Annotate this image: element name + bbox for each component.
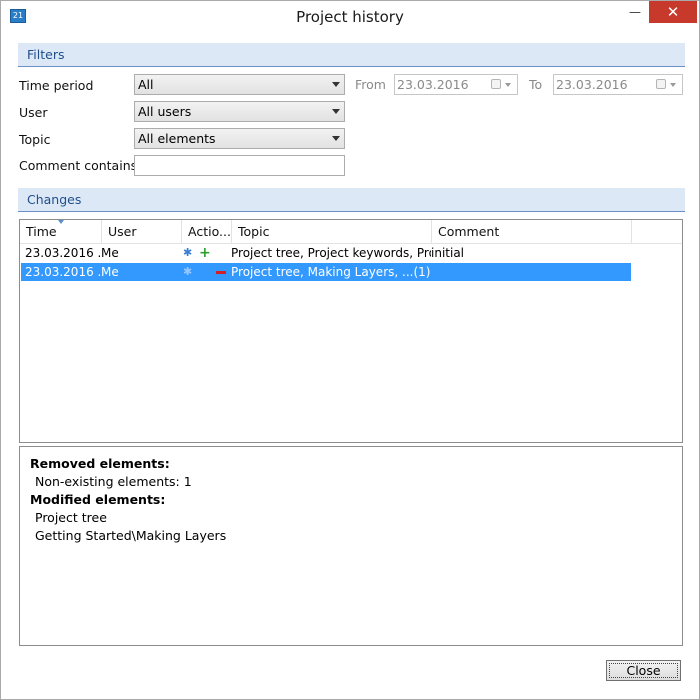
from-label: From [355, 77, 386, 92]
from-date-value: 23.03.2016 [397, 77, 469, 92]
filters-header: Filters [18, 43, 685, 67]
column-header-topic[interactable]: Topic [232, 220, 432, 244]
modified-icon: ✱ [183, 246, 193, 259]
cell-time: 23.03.2016 ... [25, 265, 101, 279]
modified-icon: ✱ [183, 265, 193, 278]
column-header-time[interactable]: Time [20, 220, 102, 244]
removed-item: Non-existing elements: 1 [35, 474, 192, 489]
cell-time: 23.03.2016 ... [25, 246, 101, 260]
topic-select[interactable]: All elements [134, 128, 345, 149]
comment-contains-label: Comment contains [19, 158, 138, 173]
column-header-actions[interactable]: Actio... [182, 220, 232, 244]
cell-topic: Project tree, Project keywords, Proj... [231, 246, 431, 260]
chevron-down-icon [670, 83, 676, 87]
user-select[interactable]: All users [134, 101, 345, 122]
cell-user: Me [101, 265, 119, 279]
table-row[interactable]: 23.03.2016 ... Me ✱ + Project tree, Proj… [21, 244, 631, 262]
cell-comment: initial [431, 246, 464, 260]
time-period-value: All [138, 77, 154, 92]
removed-elements-heading: Removed elements: [30, 456, 170, 471]
grid-header: Time User Actio... Topic Comment [20, 220, 682, 244]
time-period-label: Time period [19, 78, 94, 93]
window-title: Project history [296, 8, 404, 26]
user-value: All users [138, 104, 192, 119]
calendar-icon [656, 79, 666, 89]
removed-icon [216, 271, 226, 274]
sort-indicator-icon [58, 220, 64, 224]
topic-label: Topic [19, 132, 51, 147]
user-label: User [19, 105, 48, 120]
chevron-down-icon [505, 83, 511, 87]
table-row-selected[interactable]: 23.03.2016 ... Me ✱ Project tree, Making… [21, 263, 631, 281]
chevron-down-icon [332, 82, 340, 87]
to-date-value: 23.03.2016 [556, 77, 628, 92]
project-history-window: 21 Project history — ✕ Filters Time peri… [0, 0, 700, 700]
chevron-down-icon [332, 136, 340, 141]
comment-contains-input[interactable] [134, 155, 345, 176]
to-date-picker[interactable]: 23.03.2016 [553, 74, 683, 95]
calendar-icon [491, 79, 501, 89]
chevron-down-icon [332, 109, 340, 114]
modified-item: Getting Started\Making Layers [35, 528, 227, 543]
minimize-icon[interactable]: — [625, 1, 645, 23]
column-header-user[interactable]: User [102, 220, 182, 244]
close-window-icon[interactable]: ✕ [649, 1, 697, 23]
title-bar[interactable]: 21 Project history — ✕ [1, 1, 699, 32]
topic-value: All elements [138, 131, 216, 146]
changes-header: Changes [18, 188, 685, 212]
modified-item: Project tree [35, 510, 107, 525]
change-details-panel[interactable]: Removed elements: Non-existing elements:… [19, 446, 683, 646]
added-icon: + [199, 245, 211, 261]
column-header-comment[interactable]: Comment [432, 220, 632, 244]
close-button[interactable]: Close [606, 660, 681, 681]
cell-user: Me [101, 246, 119, 260]
time-period-select[interactable]: All [134, 74, 345, 95]
cell-topic: Project tree, Making Layers, ...(1) [231, 265, 431, 279]
changes-grid[interactable]: Time User Actio... Topic Comment 23.03.2… [19, 219, 683, 443]
cell-comment [431, 263, 631, 281]
from-date-picker[interactable]: 23.03.2016 [394, 74, 518, 95]
modified-elements-heading: Modified elements: [30, 492, 166, 507]
to-label: To [529, 77, 543, 92]
